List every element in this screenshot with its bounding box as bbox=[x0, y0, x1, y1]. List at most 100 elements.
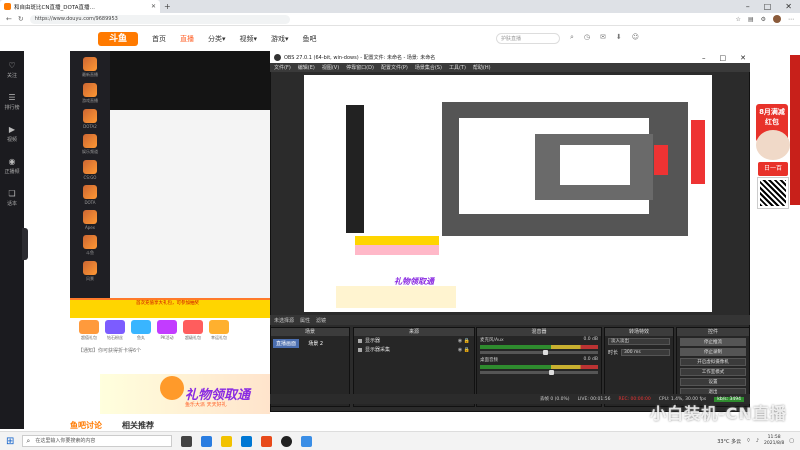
category-item[interactable]: DOTA bbox=[76, 185, 104, 205]
transition-select[interactable]: 淡入淡出 bbox=[608, 338, 670, 345]
browser-tab[interactable]: 和自由斑比CN直播_DOTA直播… ✕ bbox=[0, 0, 160, 13]
notification-icon[interactable]: ▢ bbox=[789, 438, 794, 444]
edge-icon[interactable] bbox=[201, 435, 213, 447]
nav-home[interactable]: 首页 bbox=[152, 34, 166, 44]
message-icon[interactable]: ✉ bbox=[600, 33, 606, 42]
nav-live[interactable]: 直播 bbox=[180, 34, 194, 44]
obs-taskbar-icon[interactable] bbox=[281, 435, 293, 447]
eye-icon[interactable]: ◉ 🔒 bbox=[458, 338, 470, 344]
mixer-channel-label: 麦克风/Aux 0.0 dB bbox=[480, 337, 598, 343]
virtual-camera-button[interactable]: 开启虚拟摄像机 bbox=[680, 358, 746, 366]
scene-item[interactable]: 直播画面 bbox=[273, 339, 300, 348]
menu-profile[interactable]: 配置文件(P) bbox=[381, 64, 408, 71]
office-icon[interactable] bbox=[261, 435, 273, 447]
volume-fader[interactable] bbox=[480, 350, 598, 355]
rail-collapse-handle[interactable] bbox=[22, 228, 28, 260]
source-item[interactable]: 显示器 ◉ 🔒 bbox=[354, 336, 474, 345]
category-item[interactable]: 游戏直播 bbox=[76, 83, 104, 104]
nav-category[interactable]: 分类▾ bbox=[208, 34, 226, 44]
menu-help[interactable]: 帮助(H) bbox=[473, 64, 491, 71]
minimize-icon[interactable]: – bbox=[746, 2, 750, 11]
nav-yuba[interactable]: 鱼吧 bbox=[303, 34, 317, 44]
maximize-icon[interactable]: □ bbox=[764, 2, 772, 11]
search-icon[interactable]: ⌕ bbox=[570, 33, 574, 42]
obs-close-icon[interactable]: ✕ bbox=[740, 54, 746, 62]
app-icon[interactable] bbox=[301, 435, 313, 447]
source-item[interactable]: 显示器采集 ◉ 🔒 bbox=[354, 345, 474, 354]
store-icon[interactable] bbox=[241, 435, 253, 447]
recharge-popup[interactable]: 首次充值享大礼包，可参加抽奖 bbox=[70, 300, 270, 318]
weather-text[interactable]: 33°C 多云 bbox=[717, 438, 741, 445]
studio-mode-button[interactable]: 工作室模式 bbox=[680, 368, 746, 376]
explorer-icon[interactable] bbox=[221, 435, 233, 447]
rail-item-follow[interactable]: ♡ 关注 bbox=[7, 61, 17, 79]
menu-docks[interactable]: 停靠窗口(D) bbox=[346, 64, 374, 71]
settings-button[interactable]: 设置 bbox=[680, 378, 746, 386]
eye-icon[interactable]: ◉ 🔒 bbox=[458, 347, 470, 353]
menu-edit[interactable]: 编辑(E) bbox=[298, 64, 315, 71]
promo-character bbox=[756, 130, 790, 160]
nav-games[interactable]: 游戏▾ bbox=[271, 34, 289, 44]
tab-yuba-discussion[interactable]: 鱼吧讨论 bbox=[70, 420, 102, 430]
category-thumb bbox=[83, 83, 97, 97]
task-view-icon[interactable] bbox=[181, 435, 193, 447]
category-item[interactable]: CS:GO bbox=[76, 160, 104, 180]
promo-button[interactable]: 日一百 bbox=[758, 162, 788, 176]
user-avatar[interactable]: ☺ bbox=[632, 33, 639, 42]
obs-maximize-icon[interactable]: □ bbox=[720, 54, 727, 62]
menu-file[interactable]: 文件(F) bbox=[274, 64, 291, 71]
collections-icon[interactable]: ▤ bbox=[748, 16, 754, 23]
close-window-icon[interactable]: ✕ bbox=[785, 2, 792, 11]
fader-knob[interactable] bbox=[548, 370, 554, 375]
new-tab-icon[interactable]: + bbox=[164, 2, 171, 11]
category-item[interactable]: 风景 bbox=[76, 261, 104, 282]
rail-item-story[interactable]: ❏ 话本 bbox=[7, 189, 17, 207]
category-item[interactable]: 最新直播 bbox=[76, 57, 104, 78]
reload-icon[interactable]: ↻ bbox=[18, 15, 24, 23]
tab-related[interactable]: 相关推荐 bbox=[122, 420, 154, 430]
gift-item[interactable]: 超值礼包 bbox=[78, 320, 100, 342]
history-icon[interactable]: ◷ bbox=[584, 33, 590, 42]
duration-input[interactable]: 300 ms bbox=[621, 349, 670, 356]
category-item[interactable]: 娱乐频道 bbox=[76, 134, 104, 155]
nav-video[interactable]: 视频▾ bbox=[240, 34, 258, 44]
gift-item[interactable]: 钻石粉丝 bbox=[104, 320, 126, 342]
more-icon[interactable]: ⋯ bbox=[788, 16, 794, 23]
category-item[interactable]: 斗鱼 bbox=[76, 235, 104, 256]
clock[interactable]: 11:58 2021/8/8 bbox=[764, 435, 784, 447]
gift-item[interactable]: 鱼丸 bbox=[130, 320, 152, 342]
obs-minimize-icon[interactable]: – bbox=[702, 54, 706, 62]
profile-avatar[interactable] bbox=[773, 15, 781, 23]
menu-scene-collection[interactable]: 场景集合(S) bbox=[415, 64, 442, 71]
filters-button[interactable]: 滤镜 bbox=[316, 317, 326, 324]
category-item[interactable]: Apex bbox=[76, 210, 104, 230]
stop-streaming-button[interactable]: 停止推流 bbox=[680, 338, 746, 346]
star-icon[interactable]: ☆ bbox=[736, 16, 741, 23]
site-search-input[interactable]: 护肤直播 bbox=[496, 33, 560, 44]
volume-fader[interactable] bbox=[480, 370, 598, 375]
stop-recording-button[interactable]: 停止录制 bbox=[680, 348, 746, 356]
properties-button[interactable]: 属性 bbox=[300, 317, 310, 324]
category-item[interactable]: DOTA2 bbox=[76, 109, 104, 129]
gift-item[interactable]: 超级礼包 bbox=[182, 320, 204, 342]
rail-item-video[interactable]: ▶ 视频 bbox=[7, 125, 17, 143]
download-icon[interactable]: ⬇ bbox=[616, 33, 622, 42]
gift-item[interactable]: PK活动 bbox=[156, 320, 178, 342]
url-field[interactable]: https://www.douyu.com/9689953 bbox=[29, 14, 290, 24]
douyu-logo[interactable]: 斗鱼 bbox=[98, 32, 138, 46]
scene-item[interactable]: 场景 2 bbox=[305, 339, 326, 348]
menu-tools[interactable]: 工具(T) bbox=[449, 64, 466, 71]
tab-close-icon[interactable]: ✕ bbox=[151, 3, 156, 10]
volume-icon[interactable]: ♪ bbox=[756, 438, 759, 444]
fader-knob[interactable] bbox=[542, 350, 548, 355]
menu-view[interactable]: 视图(V) bbox=[322, 64, 339, 71]
rail-item-rank[interactable]: ☰ 排行榜 bbox=[4, 93, 19, 111]
gift-item[interactable]: 幸运礼包 bbox=[208, 320, 230, 342]
extensions-icon[interactable]: ⚙ bbox=[761, 16, 766, 23]
network-icon[interactable]: ⌔ bbox=[746, 438, 751, 444]
rail-item-live[interactable]: ◉ 正播频 bbox=[4, 157, 19, 175]
banner-subtitle: 鱼乐大派 天天好礼 bbox=[185, 402, 227, 408]
back-icon[interactable]: ← bbox=[6, 15, 12, 23]
taskbar-search-input[interactable]: 在这里输入你要搜索的内容 bbox=[22, 435, 173, 447]
windows-start-icon[interactable]: ⊞ bbox=[6, 436, 14, 447]
